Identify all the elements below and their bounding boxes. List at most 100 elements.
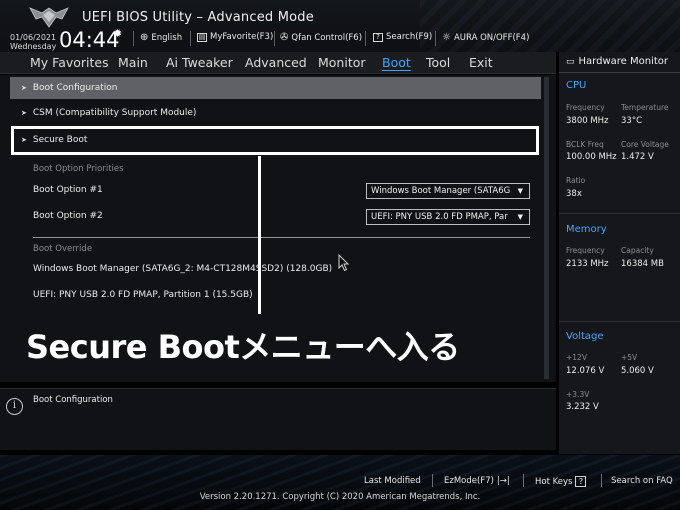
footer-separator <box>432 474 433 487</box>
v12-value: 12.076 V <box>566 366 605 376</box>
annotation-pointer-line <box>258 156 261 314</box>
exit-arrow-icon: |→| <box>496 476 510 486</box>
tab-main[interactable]: Main <box>118 55 148 70</box>
v12-label: +12V <box>566 353 587 362</box>
ratio-value: 38x <box>566 189 582 199</box>
qfan-control-button[interactable]: ✇ Qfan Control(F6) <box>280 32 362 43</box>
search-label: Search(F9) <box>386 32 433 42</box>
v5-value: 5.060 V <box>621 366 654 376</box>
footer-separator <box>601 474 602 487</box>
favorite-icon: ▤ <box>197 32 207 42</box>
header-separator <box>435 31 436 46</box>
bclk-value: 100.00 MHz <box>566 152 617 162</box>
bios-title: UEFI BIOS Utility – Advanced Mode <box>82 10 314 25</box>
ezmode-label: EzMode(F7) <box>444 476 494 486</box>
boot-option-2-label: Boot Option #2 <box>33 211 103 221</box>
search-icon: ? <box>373 32 383 42</box>
myfavorite-label: MyFavorite(F3) <box>210 32 274 42</box>
mouse-cursor-icon <box>338 254 350 272</box>
boot-option-1-select[interactable]: Windows Boot Manager (SATA6G ▼ <box>366 183 530 199</box>
boot-option-2-value: UEFI: PNY USB 2.0 FD PMAP, Par <box>371 212 508 222</box>
menu-item-label: CSM (Compatibility Support Module) <box>32 108 197 118</box>
voltage-section-title: Voltage <box>566 331 604 342</box>
date-text: 01/06/2021 <box>10 33 57 42</box>
memory-capacity-value: 16384 MB <box>621 259 664 269</box>
divider <box>559 321 680 322</box>
cpu-frequency-value: 3800 MHz <box>566 116 609 126</box>
search-button[interactable]: ? Search(F9) <box>373 32 432 42</box>
header-decoration <box>420 0 680 52</box>
menu-item-boot-configuration[interactable]: ➤ Boot Configuration <box>10 77 541 99</box>
secure-boot-highlight-frame <box>11 126 539 155</box>
aura-toggle-button[interactable]: ☼ AURA ON/OFF(F4) <box>442 32 529 43</box>
menu-item-label: Boot Configuration <box>32 83 118 93</box>
tab-exit[interactable]: Exit <box>469 55 493 70</box>
cpu-section-title: CPU <box>566 80 587 91</box>
day-text: Wednesday <box>10 42 57 51</box>
clock-settings-gear-icon[interactable]: ✹ <box>113 27 122 40</box>
chevron-right-icon: ➤ <box>21 84 27 92</box>
aura-label: AURA ON/OFF(F4) <box>453 32 530 43</box>
header-separator <box>133 31 134 46</box>
qfan-label: Qfan Control(F6) <box>291 32 363 43</box>
hardware-monitor-label: Hardware Monitor <box>578 56 668 67</box>
dropdown-caret-icon: ▼ <box>517 187 523 195</box>
fan-icon: ✇ <box>280 32 289 43</box>
annotation-caption: Secure Bootメニューへ入る <box>26 328 460 366</box>
header-separator <box>190 31 191 46</box>
scrollbar[interactable] <box>544 77 549 379</box>
core-voltage-value: 1.472 V <box>621 152 654 162</box>
tuf-logo-icon <box>29 7 69 28</box>
divider <box>33 237 530 238</box>
hot-keys-button[interactable]: Hot Keys ? <box>535 476 587 487</box>
boot-override-item[interactable]: UEFI: PNY USB 2.0 FD PMAP, Partition 1 (… <box>33 290 253 300</box>
hot-keys-label: Hot Keys <box>535 476 573 487</box>
help-text: Boot Configuration <box>33 395 113 405</box>
menu-item-csm[interactable]: ➤ CSM (Compatibility Support Module) <box>10 102 541 124</box>
clock-time: 04:44 <box>59 28 120 52</box>
tab-boot[interactable]: Boot <box>382 55 411 70</box>
cpu-frequency-label: Frequency <box>566 103 605 112</box>
chevron-right-icon: ➤ <box>21 109 27 117</box>
main-nav: My Favorites Main Ai Tweaker Advanced Mo… <box>0 52 556 74</box>
tab-monitor[interactable]: Monitor <box>318 55 366 70</box>
tab-my-favorites[interactable]: My Favorites <box>30 55 109 70</box>
tab-tool[interactable]: Tool <box>426 55 450 70</box>
boot-option-2-select[interactable]: UEFI: PNY USB 2.0 FD PMAP, Par ▼ <box>366 209 530 225</box>
divider <box>559 72 680 73</box>
version-text: Version 2.20.1271. Copyright (C) 2020 Am… <box>199 492 481 502</box>
divider <box>559 213 680 214</box>
memory-capacity-label: Capacity <box>621 246 654 255</box>
v5-label: +5V <box>621 353 638 362</box>
boot-option-priorities-heading: Boot Option Priorities <box>33 164 124 174</box>
info-icon: i <box>6 398 23 415</box>
help-key-icon: ? <box>575 476 587 487</box>
header-separator <box>274 31 275 46</box>
boot-override-item[interactable]: Windows Boot Manager (SATA6G_2: M4-CT128… <box>33 264 332 274</box>
date-display: 01/06/2021 Wednesday <box>10 33 56 51</box>
memory-section-title: Memory <box>566 224 607 235</box>
footer-separator <box>523 474 524 487</box>
ratio-label: Ratio <box>566 176 586 185</box>
tab-ai-tweaker[interactable]: Ai Tweaker <box>166 55 233 70</box>
cpu-temperature-label: Temperature <box>621 103 669 112</box>
last-modified-button[interactable]: Last Modified <box>364 476 421 486</box>
memory-frequency-label: Frequency <box>566 246 605 255</box>
boot-option-1-label: Boot Option #1 <box>33 185 103 195</box>
boot-option-1-value: Windows Boot Manager (SATA6G <box>371 186 511 196</box>
memory-frequency-value: 2133 MHz <box>566 259 609 269</box>
ezmode-button[interactable]: EzMode(F7) |→| <box>444 476 510 486</box>
v33-value: 3.232 V <box>566 402 599 412</box>
cpu-temperature-value: 33°C <box>621 116 643 126</box>
language-button[interactable]: ⊕ English <box>140 32 182 43</box>
globe-icon: ⊕ <box>140 32 149 43</box>
boot-override-heading: Boot Override <box>33 244 93 254</box>
myfavorite-button[interactable]: ▤ MyFavorite(F3) <box>197 32 273 42</box>
bclk-label: BCLK Freq <box>566 140 604 149</box>
monitor-icon: ▭ <box>566 56 575 67</box>
hardware-monitor-title: ▭ Hardware Monitor <box>566 56 668 67</box>
tab-advanced[interactable]: Advanced <box>245 55 307 70</box>
language-label: English <box>151 32 183 43</box>
search-faq-button[interactable]: Search on FAQ <box>611 476 673 486</box>
v33-label: +3.3V <box>566 390 590 399</box>
